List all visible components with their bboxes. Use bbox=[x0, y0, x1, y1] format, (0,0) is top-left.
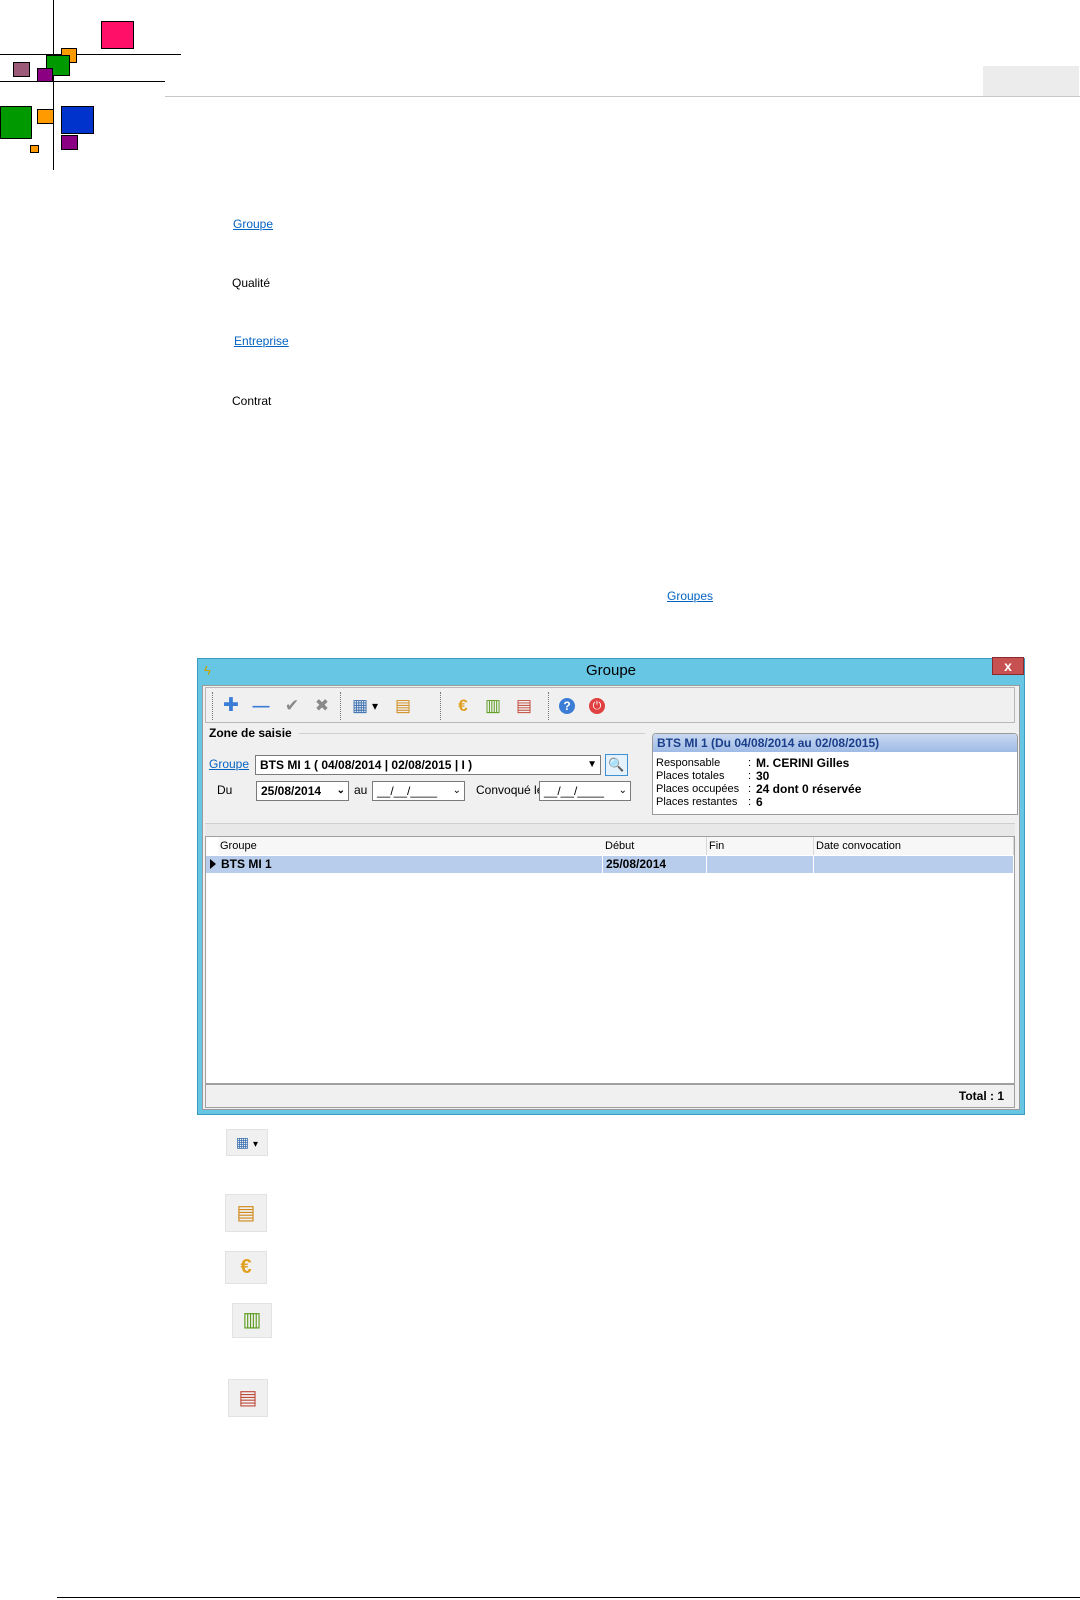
convoque-date-value: __/__/____ bbox=[544, 784, 605, 798]
table-check-icon: ▥ bbox=[232, 1303, 272, 1338]
edit-table-icon: ▤ bbox=[225, 1194, 267, 1232]
convoque-date-field[interactable]: __/__/____ ⌄ bbox=[539, 781, 631, 801]
link-groupes[interactable]: Groupes bbox=[667, 589, 713, 603]
group-info-panel: BTS MI 1 (Du 04/08/2014 au 02/08/2015) R… bbox=[652, 733, 1018, 815]
cell-debut[interactable]: 25/08/2014 bbox=[603, 856, 707, 873]
edit-table-icon[interactable]: ▤ bbox=[392, 695, 414, 717]
groupe-window: ϟ Groupe x ✚ — ✔ ✖ ▦ ▾ ▤ € ▥ ▤ ? ⏻ Zone … bbox=[197, 657, 1025, 1115]
chevron-down-icon: ⌄ bbox=[336, 785, 345, 796]
header-tab bbox=[983, 66, 1079, 96]
link-entreprise[interactable]: Entreprise bbox=[234, 334, 289, 348]
link-groupe[interactable]: Groupe bbox=[233, 217, 273, 231]
cancel-icon[interactable]: ✖ bbox=[311, 695, 333, 717]
header-rule bbox=[165, 96, 1080, 97]
au-label: au bbox=[354, 783, 368, 797]
label-qualite: Qualité bbox=[232, 276, 271, 290]
zone-de-saisie-label: Zone de saisie bbox=[209, 726, 292, 740]
euro-icon[interactable]: € bbox=[452, 695, 474, 717]
toolbar: ✚ — ✔ ✖ ▦ ▾ ▤ € ▥ ▤ ? ⏻ bbox=[205, 687, 1015, 723]
convoque-label: Convoqué le bbox=[476, 783, 544, 797]
logo-square-mauve bbox=[13, 62, 30, 77]
logo-square-purple bbox=[37, 68, 53, 82]
logo-square-orange-small bbox=[30, 145, 39, 153]
column-header-date-convocation[interactable]: Date convocation bbox=[814, 837, 1014, 855]
close-button[interactable]: x bbox=[992, 657, 1024, 675]
footer-rule bbox=[57, 1597, 1080, 1598]
validate-icon[interactable]: ✔ bbox=[281, 695, 303, 717]
cell-fin[interactable] bbox=[707, 856, 814, 873]
label-contrat: Contrat bbox=[232, 394, 272, 408]
column-header-fin[interactable]: Fin bbox=[707, 837, 814, 855]
current-row-indicator-icon bbox=[210, 859, 216, 869]
dropdown-arrow-icon[interactable]: ▾ bbox=[368, 695, 382, 717]
au-date-field[interactable]: __/__/____ ⌄ bbox=[372, 781, 465, 801]
chevron-down-icon: ⌄ bbox=[452, 785, 461, 796]
table-row[interactable]: BTS MI 1 25/08/2014 bbox=[206, 856, 1014, 873]
grid-view-dropdown-icon: ▦ ▾ bbox=[226, 1129, 268, 1156]
zone-de-saisie-rule bbox=[299, 733, 645, 734]
total-count: Total : 1 bbox=[958, 1089, 1004, 1103]
user-list-icon[interactable]: ▤ bbox=[513, 695, 535, 717]
cell-groupe[interactable]: BTS MI 1 bbox=[218, 856, 603, 873]
euro-icon: € bbox=[225, 1251, 267, 1284]
column-header-groupe[interactable]: Groupe bbox=[218, 837, 623, 855]
search-icon: 🔍 bbox=[608, 757, 625, 772]
remove-icon[interactable]: — bbox=[250, 695, 272, 717]
user-list-icon: ▤ bbox=[228, 1379, 268, 1417]
logo-square-orange-2 bbox=[37, 109, 54, 124]
add-icon[interactable]: ✚ bbox=[220, 695, 242, 717]
table-check-icon[interactable]: ▥ bbox=[482, 695, 504, 717]
window-title: Groupe bbox=[585, 662, 637, 679]
window-client-area: ✚ — ✔ ✖ ▦ ▾ ▤ € ▥ ▤ ? ⏻ Zone de saisie G… bbox=[202, 685, 1020, 1110]
groupe-select[interactable]: BTS MI 1 ( 04/08/2014 | 02/08/2015 | I )… bbox=[255, 755, 601, 775]
help-icon[interactable]: ? bbox=[559, 698, 575, 714]
search-button[interactable]: 🔍 bbox=[605, 754, 628, 776]
logo-square-purple-2 bbox=[61, 135, 78, 150]
logo-square-blue bbox=[61, 106, 94, 134]
groupe-select-value: BTS MI 1 ( 04/08/2014 | 02/08/2015 | I ) bbox=[260, 758, 473, 772]
group-info-title: BTS MI 1 (Du 04/08/2014 au 02/08/2015) bbox=[653, 734, 1017, 752]
chevron-down-icon: ▼ bbox=[587, 759, 597, 770]
power-icon[interactable]: ⏻ bbox=[589, 698, 605, 714]
groupe-link[interactable]: Groupe bbox=[209, 757, 249, 771]
au-date-value: __/__/____ bbox=[377, 784, 438, 798]
du-date-field[interactable]: 25/08/2014 ⌄ bbox=[256, 781, 349, 801]
column-header-debut[interactable]: Début bbox=[603, 837, 707, 855]
logo-square-green-large bbox=[0, 106, 32, 139]
status-bar: Total : 1 bbox=[205, 1084, 1015, 1108]
chevron-down-icon: ⌄ bbox=[618, 785, 627, 796]
du-label: Du bbox=[217, 783, 233, 797]
cell-date-convocation[interactable] bbox=[814, 856, 1014, 873]
du-date-value: 25/08/2014 bbox=[261, 784, 322, 798]
logo-square-pink bbox=[101, 21, 134, 49]
groups-grid[interactable]: Groupe Début Fin Date convocation BTS MI… bbox=[205, 836, 1015, 1084]
